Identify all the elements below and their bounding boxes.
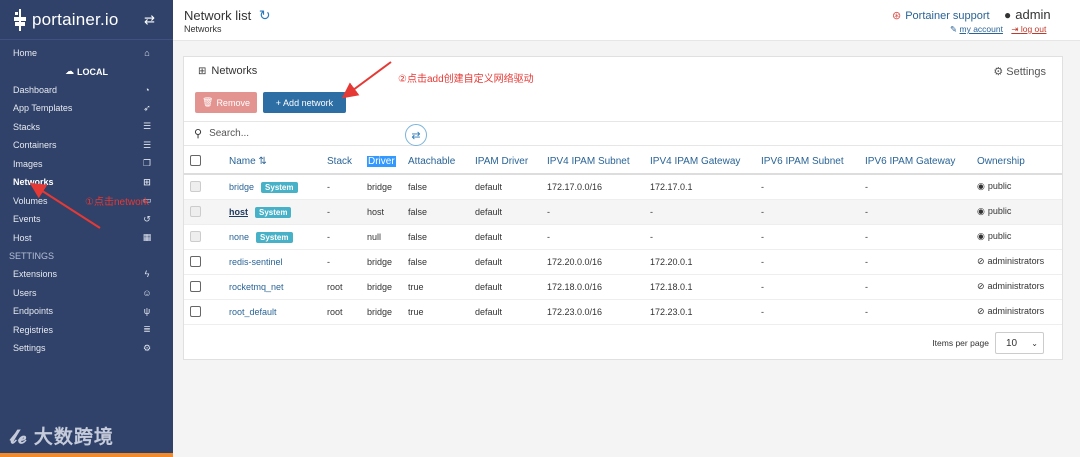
arrow-to-add-network	[341, 61, 392, 99]
arrow-to-networks	[29, 182, 101, 229]
annotation-arrows	[29, 61, 392, 229]
